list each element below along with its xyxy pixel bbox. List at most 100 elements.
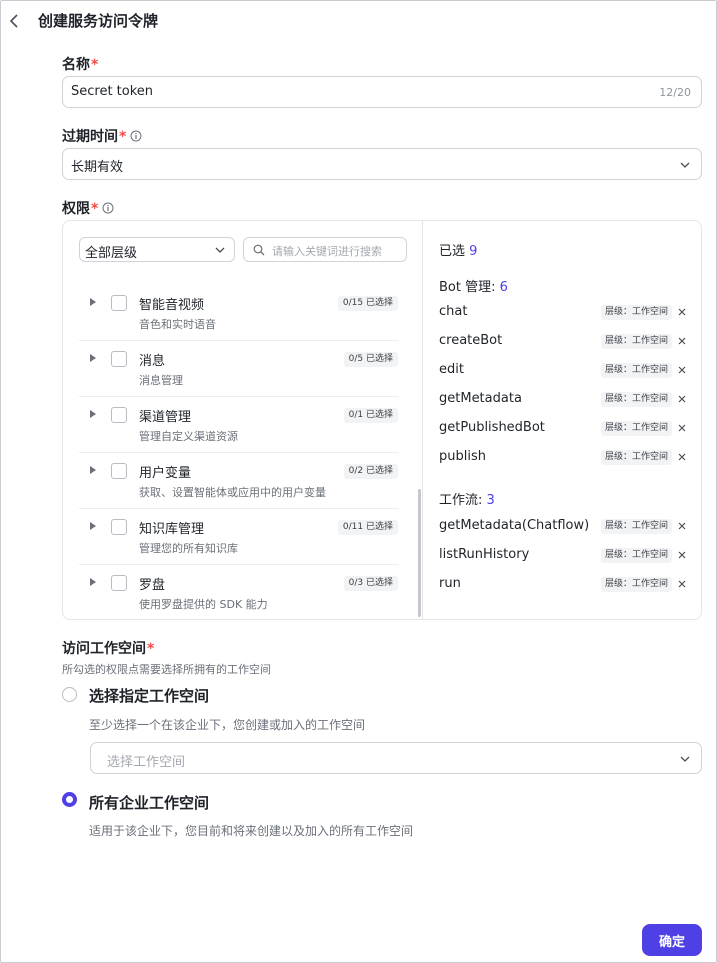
- selection-count-badge: 0/15 已选择: [337, 296, 398, 311]
- level-tag: 层级：工作空间: [600, 392, 672, 407]
- selection-count-badge: 0/2 已选择: [343, 464, 398, 479]
- permission-checkbox[interactable]: [111, 575, 127, 591]
- group-title-bot: Bot 管理: 6: [439, 280, 508, 295]
- selected-row: run 层级：工作空间: [439, 574, 689, 594]
- permissions-panel: 全部层级 请输入关键词进行搜索 智能音视频 音色和实时语音 0/15 已选择 消…: [62, 220, 702, 620]
- selected-row: listRunHistory 层级：工作空间: [439, 545, 689, 565]
- selected-name: chat: [439, 304, 468, 319]
- remove-icon[interactable]: [677, 336, 687, 346]
- page-title: 创建服务访问令牌: [38, 12, 159, 30]
- selection-count-badge: 0/1 已选择: [343, 408, 398, 423]
- level-tag: 层级：工作空间: [600, 519, 672, 534]
- permission-desc: 消息管理: [139, 374, 183, 387]
- permission-name: 罗盘: [139, 578, 166, 593]
- caret-right-icon[interactable]: [89, 353, 97, 363]
- permission-name: 用户变量: [139, 466, 192, 481]
- permission-item[interactable]: 渠道管理 管理自定义渠道资源 0/1 已选择: [79, 397, 399, 453]
- permission-item[interactable]: 知识库管理 管理您的所有知识库 0/11 已选择: [79, 509, 399, 565]
- selected-permissions: 已选 9 Bot 管理: 6 chat 层级：工作空间 createBot 层级…: [424, 221, 702, 619]
- permission-checkbox[interactable]: [111, 295, 127, 311]
- permission-desc: 管理自定义渠道资源: [139, 430, 238, 443]
- selected-row: publish 层级：工作空间: [439, 447, 689, 467]
- permission-item[interactable]: 智能音视频 音色和实时语音 0/15 已选择: [79, 285, 399, 341]
- radio-all-workspaces[interactable]: [62, 792, 77, 807]
- permission-checkbox[interactable]: [111, 519, 127, 535]
- permission-list: 智能音视频 音色和实时语音 0/15 已选择 消息 消息管理 0/5 已选择 渠…: [79, 285, 399, 621]
- info-icon[interactable]: [130, 130, 142, 142]
- remove-icon[interactable]: [677, 452, 687, 462]
- caret-right-icon[interactable]: [89, 521, 97, 531]
- radio-specific-desc: 至少选择一个在该企业下，您创建或加入的工作空间: [89, 718, 366, 732]
- permission-search-input[interactable]: 请输入关键词进行搜索: [243, 237, 407, 262]
- selection-count-badge: 0/11 已选择: [337, 520, 398, 535]
- selected-name: edit: [439, 362, 464, 377]
- level-tag: 层级：工作空间: [600, 577, 672, 592]
- level-tag: 层级：工作空间: [600, 450, 672, 465]
- permission-item[interactable]: 罗盘 使用罗盘提供的 SDK 能力 0/3 已选择: [79, 565, 399, 621]
- confirm-button[interactable]: 确定: [642, 924, 702, 956]
- selected-name: getMetadata(Chatflow): [439, 518, 590, 533]
- selected-name: createBot: [439, 333, 503, 348]
- back-arrow-icon[interactable]: [8, 12, 22, 30]
- workspace-label: 访问工作空间*: [62, 641, 155, 657]
- radio-specific-label[interactable]: 选择指定工作空间: [89, 685, 209, 706]
- remove-icon[interactable]: [677, 394, 687, 404]
- selected-name: getMetadata: [439, 391, 522, 406]
- selected-row: chat 层级：工作空间: [439, 302, 689, 322]
- caret-right-icon[interactable]: [89, 409, 97, 419]
- workspace-hint: 所勾选的权限点需要选择所拥有的工作空间: [62, 663, 271, 676]
- remove-icon[interactable]: [677, 423, 687, 433]
- selected-row: edit 层级：工作空间: [439, 360, 689, 380]
- permission-checkbox[interactable]: [111, 351, 127, 367]
- level-tag: 层级：工作空间: [600, 421, 672, 436]
- search-icon: [253, 244, 265, 256]
- radio-all-desc: 适用于该企业下，您目前和将来创建以及加入的所有工作空间: [89, 824, 414, 838]
- level-tag: 层级：工作空间: [600, 334, 672, 349]
- selected-name: listRunHistory: [439, 547, 530, 562]
- permission-list-scrollbar[interactable]: [418, 489, 421, 617]
- name-input[interactable]: Secret token 12/20: [62, 76, 702, 108]
- remove-icon[interactable]: [677, 521, 687, 531]
- selected-row: getMetadata 层级：工作空间: [439, 389, 689, 409]
- permission-name: 智能音视频: [139, 298, 205, 313]
- level-select[interactable]: 全部层级: [79, 237, 235, 262]
- expiry-select[interactable]: 长期有效: [62, 148, 702, 180]
- search-placeholder: 请输入关键词进行搜索: [272, 245, 382, 258]
- radio-specific-workspace[interactable]: [62, 687, 77, 702]
- level-tag: 层级：工作空间: [600, 363, 672, 378]
- name-input-value: Secret token: [71, 84, 154, 99]
- permission-checkbox[interactable]: [111, 407, 127, 423]
- permissions-label: 权限*: [62, 198, 114, 218]
- remove-icon[interactable]: [677, 365, 687, 375]
- remove-icon[interactable]: [677, 550, 687, 560]
- level-tag: 层级：工作空间: [600, 305, 672, 320]
- header: 创建服务访问令牌: [0, 0, 717, 42]
- remove-icon[interactable]: [677, 307, 687, 317]
- permission-name: 渠道管理: [139, 410, 192, 425]
- caret-right-icon[interactable]: [89, 297, 97, 307]
- selected-name: publish: [439, 449, 486, 464]
- selected-row: getMetadata(Chatflow) 层级：工作空间: [439, 516, 689, 536]
- permission-desc: 使用罗盘提供的 SDK 能力: [139, 598, 268, 611]
- selected-row: createBot 层级：工作空间: [439, 331, 689, 351]
- remove-icon[interactable]: [677, 579, 687, 589]
- permission-checkbox[interactable]: [111, 463, 127, 479]
- selected-row: getPublishedBot 层级：工作空间: [439, 418, 689, 438]
- group-title-workflow: 工作流: 3: [439, 493, 495, 508]
- caret-right-icon[interactable]: [89, 577, 97, 587]
- caret-right-icon[interactable]: [89, 465, 97, 475]
- selected-name: getPublishedBot: [439, 420, 545, 435]
- chevron-down-icon: [680, 162, 690, 168]
- selection-count-badge: 0/3 已选择: [343, 576, 398, 591]
- expiry-select-value: 长期有效: [71, 160, 124, 175]
- radio-all-label[interactable]: 所有企业工作空间: [89, 792, 209, 813]
- permission-item[interactable]: 用户变量 获取、设置智能体或应用中的用户变量 0/2 已选择: [79, 453, 399, 509]
- permission-name: 消息: [139, 354, 166, 369]
- selected-name: run: [439, 576, 461, 591]
- name-label: 名称*: [62, 57, 99, 73]
- permission-item[interactable]: 消息 消息管理 0/5 已选择: [79, 341, 399, 397]
- permission-desc: 音色和实时语音: [139, 318, 216, 331]
- permission-name: 知识库管理: [139, 522, 205, 537]
- info-icon[interactable]: [102, 202, 114, 214]
- workspace-select[interactable]: 选择工作空间: [90, 742, 702, 774]
